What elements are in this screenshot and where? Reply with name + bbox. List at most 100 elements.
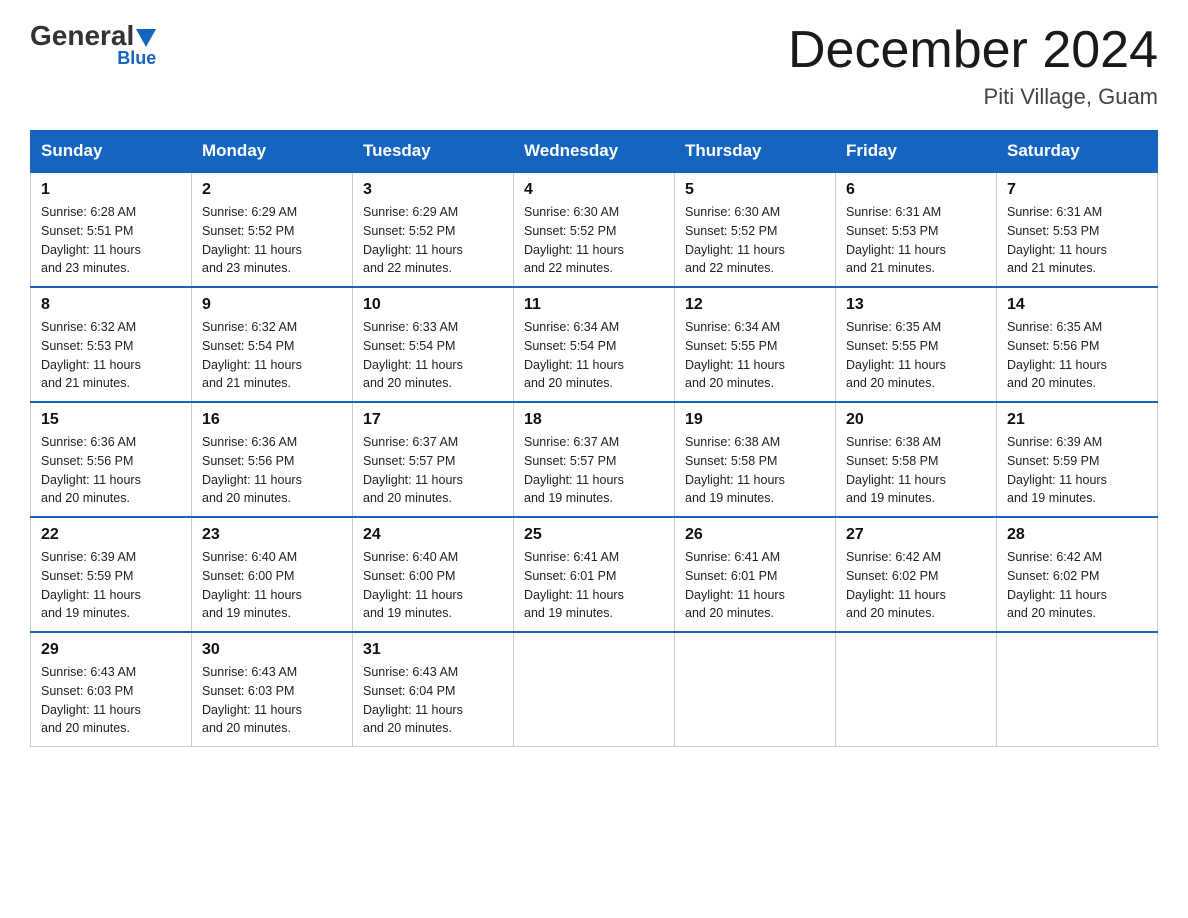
week-row-3: 15 Sunrise: 6:36 AM Sunset: 5:56 PM Dayl… — [31, 402, 1158, 517]
calendar-cell: 13 Sunrise: 6:35 AM Sunset: 5:55 PM Dayl… — [836, 287, 997, 402]
day-number: 22 — [41, 526, 181, 544]
day-number: 12 — [685, 296, 825, 314]
day-number: 9 — [202, 296, 342, 314]
calendar-cell: 23 Sunrise: 6:40 AM Sunset: 6:00 PM Dayl… — [192, 517, 353, 632]
day-info: Sunrise: 6:37 AM Sunset: 5:57 PM Dayligh… — [524, 433, 664, 508]
calendar-cell: 6 Sunrise: 6:31 AM Sunset: 5:53 PM Dayli… — [836, 172, 997, 287]
day-info: Sunrise: 6:34 AM Sunset: 5:55 PM Dayligh… — [685, 318, 825, 393]
day-info: Sunrise: 6:41 AM Sunset: 6:01 PM Dayligh… — [524, 548, 664, 623]
day-number: 28 — [1007, 526, 1147, 544]
calendar-cell: 2 Sunrise: 6:29 AM Sunset: 5:52 PM Dayli… — [192, 172, 353, 287]
calendar-cell: 17 Sunrise: 6:37 AM Sunset: 5:57 PM Dayl… — [353, 402, 514, 517]
title-section: December 2024 Piti Village, Guam — [788, 20, 1158, 110]
day-number: 27 — [846, 526, 986, 544]
calendar-cell — [675, 632, 836, 747]
day-info: Sunrise: 6:30 AM Sunset: 5:52 PM Dayligh… — [524, 203, 664, 278]
week-row-4: 22 Sunrise: 6:39 AM Sunset: 5:59 PM Dayl… — [31, 517, 1158, 632]
day-info: Sunrise: 6:43 AM Sunset: 6:04 PM Dayligh… — [363, 663, 503, 738]
calendar-cell: 25 Sunrise: 6:41 AM Sunset: 6:01 PM Dayl… — [514, 517, 675, 632]
day-info: Sunrise: 6:42 AM Sunset: 6:02 PM Dayligh… — [1007, 548, 1147, 623]
day-number: 21 — [1007, 411, 1147, 429]
day-info: Sunrise: 6:34 AM Sunset: 5:54 PM Dayligh… — [524, 318, 664, 393]
header-friday: Friday — [836, 131, 997, 173]
location: Piti Village, Guam — [788, 84, 1158, 110]
day-info: Sunrise: 6:43 AM Sunset: 6:03 PM Dayligh… — [202, 663, 342, 738]
calendar-cell: 28 Sunrise: 6:42 AM Sunset: 6:02 PM Dayl… — [997, 517, 1158, 632]
day-number: 31 — [363, 641, 503, 659]
header-thursday: Thursday — [675, 131, 836, 173]
header-tuesday: Tuesday — [353, 131, 514, 173]
day-info: Sunrise: 6:38 AM Sunset: 5:58 PM Dayligh… — [846, 433, 986, 508]
day-number: 11 — [524, 296, 664, 314]
calendar-cell: 10 Sunrise: 6:33 AM Sunset: 5:54 PM Dayl… — [353, 287, 514, 402]
calendar-table: SundayMondayTuesdayWednesdayThursdayFrid… — [30, 130, 1158, 747]
day-number: 25 — [524, 526, 664, 544]
calendar-cell: 15 Sunrise: 6:36 AM Sunset: 5:56 PM Dayl… — [31, 402, 192, 517]
day-info: Sunrise: 6:32 AM Sunset: 5:54 PM Dayligh… — [202, 318, 342, 393]
day-number: 7 — [1007, 181, 1147, 199]
calendar-cell: 24 Sunrise: 6:40 AM Sunset: 6:00 PM Dayl… — [353, 517, 514, 632]
day-number: 13 — [846, 296, 986, 314]
calendar-cell: 8 Sunrise: 6:32 AM Sunset: 5:53 PM Dayli… — [31, 287, 192, 402]
calendar-cell: 14 Sunrise: 6:35 AM Sunset: 5:56 PM Dayl… — [997, 287, 1158, 402]
day-info: Sunrise: 6:37 AM Sunset: 5:57 PM Dayligh… — [363, 433, 503, 508]
day-number: 6 — [846, 181, 986, 199]
day-info: Sunrise: 6:32 AM Sunset: 5:53 PM Dayligh… — [41, 318, 181, 393]
logo-triangle-icon — [136, 29, 156, 47]
day-number: 18 — [524, 411, 664, 429]
day-number: 14 — [1007, 296, 1147, 314]
day-number: 24 — [363, 526, 503, 544]
day-info: Sunrise: 6:42 AM Sunset: 6:02 PM Dayligh… — [846, 548, 986, 623]
day-number: 1 — [41, 181, 181, 199]
logo: General Blue — [30, 20, 156, 69]
calendar-cell: 18 Sunrise: 6:37 AM Sunset: 5:57 PM Dayl… — [514, 402, 675, 517]
page-header: General Blue December 2024 Piti Village,… — [30, 20, 1158, 110]
calendar-cell: 20 Sunrise: 6:38 AM Sunset: 5:58 PM Dayl… — [836, 402, 997, 517]
calendar-cell: 27 Sunrise: 6:42 AM Sunset: 6:02 PM Dayl… — [836, 517, 997, 632]
week-row-1: 1 Sunrise: 6:28 AM Sunset: 5:51 PM Dayli… — [31, 172, 1158, 287]
day-number: 8 — [41, 296, 181, 314]
day-info: Sunrise: 6:29 AM Sunset: 5:52 PM Dayligh… — [363, 203, 503, 278]
day-info: Sunrise: 6:43 AM Sunset: 6:03 PM Dayligh… — [41, 663, 181, 738]
day-number: 3 — [363, 181, 503, 199]
day-info: Sunrise: 6:35 AM Sunset: 5:56 PM Dayligh… — [1007, 318, 1147, 393]
calendar-cell — [997, 632, 1158, 747]
calendar-cell: 16 Sunrise: 6:36 AM Sunset: 5:56 PM Dayl… — [192, 402, 353, 517]
day-number: 4 — [524, 181, 664, 199]
day-number: 10 — [363, 296, 503, 314]
day-info: Sunrise: 6:38 AM Sunset: 5:58 PM Dayligh… — [685, 433, 825, 508]
calendar-cell: 21 Sunrise: 6:39 AM Sunset: 5:59 PM Dayl… — [997, 402, 1158, 517]
day-info: Sunrise: 6:39 AM Sunset: 5:59 PM Dayligh… — [41, 548, 181, 623]
calendar-cell: 26 Sunrise: 6:41 AM Sunset: 6:01 PM Dayl… — [675, 517, 836, 632]
calendar-cell: 31 Sunrise: 6:43 AM Sunset: 6:04 PM Dayl… — [353, 632, 514, 747]
day-number: 5 — [685, 181, 825, 199]
day-number: 2 — [202, 181, 342, 199]
day-info: Sunrise: 6:29 AM Sunset: 5:52 PM Dayligh… — [202, 203, 342, 278]
calendar-cell: 30 Sunrise: 6:43 AM Sunset: 6:03 PM Dayl… — [192, 632, 353, 747]
day-info: Sunrise: 6:40 AM Sunset: 6:00 PM Dayligh… — [202, 548, 342, 623]
day-number: 15 — [41, 411, 181, 429]
calendar-cell: 9 Sunrise: 6:32 AM Sunset: 5:54 PM Dayli… — [192, 287, 353, 402]
logo-blue-text: Blue — [117, 48, 156, 69]
header-wednesday: Wednesday — [514, 131, 675, 173]
calendar-cell: 3 Sunrise: 6:29 AM Sunset: 5:52 PM Dayli… — [353, 172, 514, 287]
day-info: Sunrise: 6:36 AM Sunset: 5:56 PM Dayligh… — [202, 433, 342, 508]
calendar-cell: 4 Sunrise: 6:30 AM Sunset: 5:52 PM Dayli… — [514, 172, 675, 287]
day-info: Sunrise: 6:30 AM Sunset: 5:52 PM Dayligh… — [685, 203, 825, 278]
day-info: Sunrise: 6:36 AM Sunset: 5:56 PM Dayligh… — [41, 433, 181, 508]
day-info: Sunrise: 6:31 AM Sunset: 5:53 PM Dayligh… — [846, 203, 986, 278]
day-info: Sunrise: 6:41 AM Sunset: 6:01 PM Dayligh… — [685, 548, 825, 623]
header-saturday: Saturday — [997, 131, 1158, 173]
calendar-cell: 12 Sunrise: 6:34 AM Sunset: 5:55 PM Dayl… — [675, 287, 836, 402]
day-number: 29 — [41, 641, 181, 659]
calendar-cell: 22 Sunrise: 6:39 AM Sunset: 5:59 PM Dayl… — [31, 517, 192, 632]
header-sunday: Sunday — [31, 131, 192, 173]
day-number: 20 — [846, 411, 986, 429]
calendar-cell: 19 Sunrise: 6:38 AM Sunset: 5:58 PM Dayl… — [675, 402, 836, 517]
month-title: December 2024 — [788, 20, 1158, 80]
calendar-cell: 7 Sunrise: 6:31 AM Sunset: 5:53 PM Dayli… — [997, 172, 1158, 287]
day-number: 16 — [202, 411, 342, 429]
calendar-cell: 11 Sunrise: 6:34 AM Sunset: 5:54 PM Dayl… — [514, 287, 675, 402]
day-info: Sunrise: 6:33 AM Sunset: 5:54 PM Dayligh… — [363, 318, 503, 393]
calendar-header-row: SundayMondayTuesdayWednesdayThursdayFrid… — [31, 131, 1158, 173]
